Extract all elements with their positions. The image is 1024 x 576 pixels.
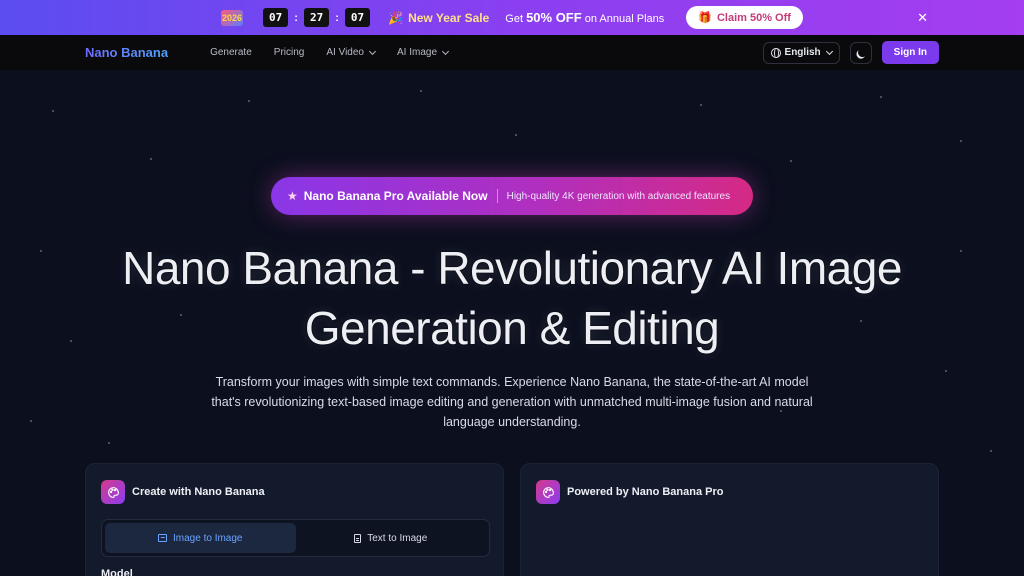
announcement-pill[interactable]: ★ Nano Banana Pro Available Now High-qua… [271,177,753,215]
nav-link-ai-image[interactable]: AI Image [396,47,450,58]
nav-links: Generate Pricing AI Video AI Image [210,47,450,58]
sale-title-text: New Year Sale [408,10,490,25]
timer-hours: 07 [263,8,289,27]
party-popper-icon: 🎉 [388,10,404,25]
tab-text-to-image[interactable]: Text to Image [296,523,487,553]
nav-link-label: Generate [210,47,252,58]
announcement-title: Nano Banana Pro Available Now [303,189,488,203]
close-icon[interactable]: ✕ [917,10,928,26]
chevron-down-icon [441,47,450,55]
claim-offer-label: Claim 50% Off [716,11,791,24]
model-label: Model [101,568,133,576]
mode-tabs: Image to Image Text to Image [101,519,490,557]
gift-icon: 🎁 [698,12,712,24]
create-panel-title: Create with Nano Banana [132,486,265,498]
nav-link-label: Pricing [273,47,305,58]
palette-icon [101,480,125,504]
claim-offer-button[interactable]: 🎁 Claim 50% Off [686,6,803,29]
image-icon [158,534,167,542]
timer-seconds: 07 [344,8,371,27]
create-panel: Create with Nano Banana Image to Image T… [85,463,504,576]
offer-highlight: 50% OFF [526,10,582,25]
moon-icon [856,47,868,59]
nav-link-generate[interactable]: Generate [210,47,252,58]
offer-prefix: Get [505,13,523,25]
nav-link-ai-video[interactable]: AI Video [326,47,377,58]
chevron-down-icon [825,47,833,55]
nav-link-pricing[interactable]: Pricing [274,47,305,58]
theme-toggle-button[interactable] [849,41,872,64]
timer-minutes: 27 [303,8,330,27]
chevron-down-icon [368,47,377,55]
star-icon: ★ [287,189,298,203]
tab-image-to-image[interactable]: Image to Image [105,523,296,553]
output-panel: Powered by Nano Banana Pro [520,463,939,576]
offer-text: Get 50% OFF on Annual Plans [505,10,664,25]
brand-logo[interactable]: Nano Banana [85,45,168,60]
timer-separator: : [335,11,339,24]
page-title-line2: Generation & Editing [304,302,720,354]
sign-in-button[interactable]: Sign In [881,41,939,64]
announcement-subtitle: High-quality 4K generation with advanced… [506,190,731,202]
nav-link-label: AI Video [326,47,364,58]
offer-suffix: on Annual Plans [584,13,665,25]
tab-label: Image to Image [173,532,243,544]
globe-icon [770,47,781,58]
tab-label: Text to Image [367,532,428,544]
countdown-timer: 07 : 27 : 07 [263,8,371,27]
document-icon [354,533,362,543]
hero-description: Transform your images with simple text c… [211,375,813,429]
top-navigation: Nano Banana Generate Pricing AI Video AI… [0,35,1024,70]
nav-link-label: AI Image [396,47,438,58]
sale-title: 🎉 New Year Sale [388,11,489,25]
palette-icon [536,480,560,504]
divider [496,189,498,203]
timer-separator: : [294,11,298,24]
promo-banner: 2026 07 : 27 : 07 🎉 New Year Sale Get 50… [0,0,1024,35]
language-label: English [784,47,821,58]
page-title-line1: Nano Banana - Revolutionary AI Image [122,242,902,294]
page-title: Nano Banana - Revolutionary AI Image Gen… [0,238,1024,358]
output-panel-title: Powered by Nano Banana Pro [567,486,724,498]
new-year-badge-icon: 2026 [221,9,244,26]
hero-section: ★ Nano Banana Pro Available Now High-qua… [0,70,1024,576]
language-selector[interactable]: English [762,41,840,64]
